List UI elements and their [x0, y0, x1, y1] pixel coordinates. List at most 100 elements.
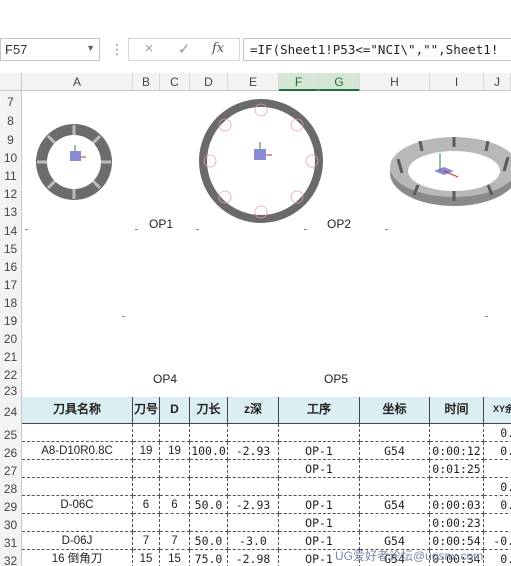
table-cell[interactable]: 7: [133, 532, 160, 550]
table-cell[interactable]: [133, 460, 160, 478]
row-header-23[interactable]: 23: [0, 382, 22, 398]
table-cell[interactable]: -2.93: [228, 442, 279, 460]
table-header-cell[interactable]: 刀号: [133, 397, 160, 424]
table-header-cell[interactable]: D: [160, 397, 190, 424]
row-header-8[interactable]: 8: [0, 110, 22, 129]
table-cell[interactable]: [360, 424, 430, 442]
column-header-i[interactable]: I: [430, 73, 484, 91]
table-cell[interactable]: -3.0: [228, 532, 279, 550]
row-header-31[interactable]: 31: [0, 532, 22, 550]
table-cell[interactable]: 0.0: [484, 478, 511, 496]
table-cell[interactable]: [484, 460, 511, 478]
table-cell[interactable]: [22, 514, 133, 532]
table-cell[interactable]: G54: [360, 496, 430, 514]
row-header-9[interactable]: 9: [0, 129, 22, 147]
table-cell[interactable]: [22, 460, 133, 478]
table-cell[interactable]: 0.0: [484, 496, 511, 514]
chevron-down-icon[interactable]: ▼: [86, 43, 95, 53]
table-cell[interactable]: [430, 424, 484, 442]
table-cell[interactable]: [279, 478, 360, 496]
column-header-e[interactable]: E: [228, 73, 279, 91]
more-options-icon[interactable]: ⋮: [110, 41, 124, 58]
table-cell[interactable]: 0:00:12: [430, 442, 484, 460]
table-cell[interactable]: 6: [133, 496, 160, 514]
column-header-f[interactable]: F: [279, 73, 319, 91]
table-cell[interactable]: 0.0: [484, 442, 511, 460]
table-cell[interactable]: [160, 424, 190, 442]
column-header-a[interactable]: A: [22, 73, 133, 91]
table-cell[interactable]: 19: [133, 442, 160, 460]
select-all-corner[interactable]: [0, 73, 22, 91]
column-header-h[interactable]: H: [360, 73, 430, 91]
row-header-16[interactable]: 16: [0, 256, 22, 274]
enter-icon[interactable]: ✓: [173, 40, 195, 60]
table-cell[interactable]: G54: [360, 442, 430, 460]
row-header-12[interactable]: 12: [0, 183, 22, 201]
table-cell[interactable]: [160, 514, 190, 532]
row-header-21[interactable]: 21: [0, 346, 22, 364]
row-header-28[interactable]: 28: [0, 478, 22, 496]
table-cell[interactable]: OP-1: [279, 460, 360, 478]
table-cell[interactable]: [22, 478, 133, 496]
table-cell[interactable]: -2.98: [228, 550, 279, 566]
row-header-13[interactable]: 13: [0, 201, 22, 220]
table-cell[interactable]: [228, 514, 279, 532]
table-cell[interactable]: 0:00:03: [430, 496, 484, 514]
table-cell[interactable]: [190, 460, 228, 478]
table-cell[interactable]: [228, 478, 279, 496]
row-header-26[interactable]: 26: [0, 442, 22, 460]
column-header-j[interactable]: J: [484, 73, 511, 91]
table-header-cell[interactable]: z深: [228, 397, 279, 424]
row-header-29[interactable]: 29: [0, 496, 22, 514]
part-image-op2[interactable]: [196, 96, 326, 226]
table-cell[interactable]: [190, 514, 228, 532]
table-cell[interactable]: -2.93: [228, 496, 279, 514]
row-header-27[interactable]: 27: [0, 460, 22, 478]
table-cell[interactable]: [228, 460, 279, 478]
column-header-c[interactable]: C: [160, 73, 190, 91]
column-header-g[interactable]: G: [319, 73, 360, 91]
cancel-icon[interactable]: ×: [138, 40, 160, 60]
row-header-7[interactable]: 7: [0, 91, 22, 110]
table-cell[interactable]: [279, 424, 360, 442]
table-cell[interactable]: A8-D10R0.8C: [22, 442, 133, 460]
table-header-cell[interactable]: 时间: [430, 397, 484, 424]
row-header-30[interactable]: 30: [0, 514, 22, 532]
table-cell[interactable]: [360, 514, 430, 532]
table-cell[interactable]: [133, 424, 160, 442]
table-cell[interactable]: 19: [160, 442, 190, 460]
table-cell[interactable]: 100.0: [190, 442, 228, 460]
table-cell[interactable]: 50.0: [190, 532, 228, 550]
table-cell[interactable]: [190, 478, 228, 496]
table-cell[interactable]: [430, 478, 484, 496]
table-cell[interactable]: OP-1: [279, 514, 360, 532]
column-header-d[interactable]: D: [190, 73, 228, 91]
formula-input[interactable]: =IF(Sheet1!P53<="NCI\","",Sheet1!: [243, 38, 511, 61]
table-cell[interactable]: 0.0: [484, 424, 511, 442]
table-cell[interactable]: -0.0: [484, 532, 511, 550]
table-cell[interactable]: 6: [160, 496, 190, 514]
row-header-14[interactable]: 14: [0, 220, 22, 238]
row-header-10[interactable]: 10: [0, 147, 22, 165]
table-cell[interactable]: 7: [160, 532, 190, 550]
row-header-18[interactable]: 18: [0, 292, 22, 310]
table-header-cell[interactable]: 坐标: [360, 397, 430, 424]
table-cell[interactable]: [160, 460, 190, 478]
table-cell[interactable]: 15: [160, 550, 190, 566]
part-image-op1[interactable]: [33, 121, 115, 203]
table-cell[interactable]: [484, 514, 511, 532]
table-cell[interactable]: [160, 478, 190, 496]
table-cell[interactable]: 16 倒角刀: [22, 550, 133, 566]
table-cell[interactable]: [360, 460, 430, 478]
table-cell[interactable]: [360, 478, 430, 496]
name-box[interactable]: F57 ▼: [0, 38, 100, 61]
table-cell[interactable]: [133, 514, 160, 532]
table-header-cell[interactable]: XY余: [484, 397, 511, 424]
table-cell[interactable]: [190, 424, 228, 442]
table-cell[interactable]: 0:01:25: [430, 460, 484, 478]
row-header-20[interactable]: 20: [0, 328, 22, 346]
row-header-15[interactable]: 15: [0, 238, 22, 256]
table-cell[interactable]: 0:00:23: [430, 514, 484, 532]
column-header-b[interactable]: B: [133, 73, 160, 91]
table-cell[interactable]: OP-1: [279, 442, 360, 460]
